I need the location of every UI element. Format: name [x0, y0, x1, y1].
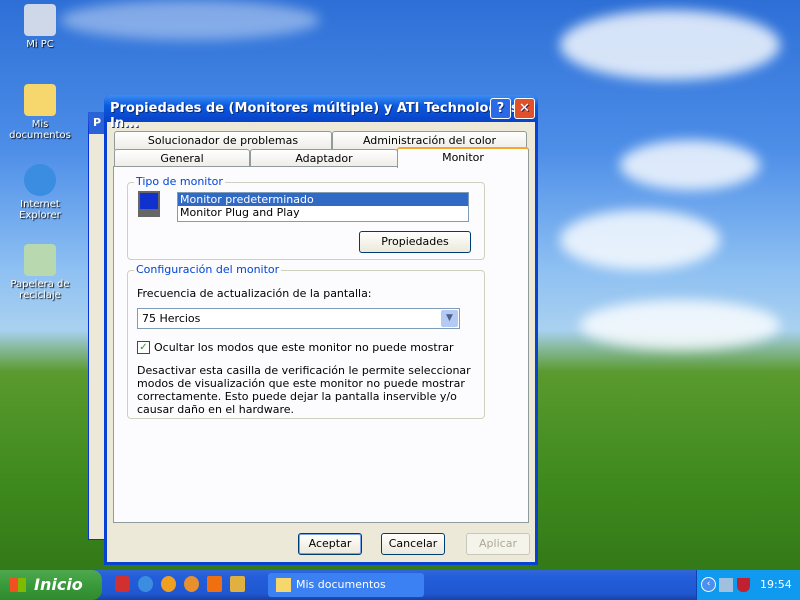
- folder-icon: [276, 578, 291, 592]
- close-button[interactable]: ✕: [514, 98, 535, 119]
- chevron-down-icon[interactable]: ▼: [441, 310, 458, 327]
- monitor-type-list[interactable]: Monitor predeterminado Monitor Plug and …: [177, 192, 469, 222]
- warning-text: Desactivar esta casilla de verificación …: [137, 364, 471, 416]
- tab-monitor[interactable]: Monitor: [397, 147, 529, 168]
- start-button[interactable]: Inicio: [0, 570, 102, 600]
- help-button[interactable]: ?: [490, 98, 511, 119]
- display-properties-dialog: Propiedades de (Monitores múltiple) y AT…: [104, 95, 538, 565]
- checkbox-checked-icon[interactable]: ✓: [137, 341, 150, 354]
- recycle-bin-icon: [24, 244, 56, 276]
- desktop-icon-ie[interactable]: Internet Explorer: [0, 164, 80, 221]
- ie-icon: [24, 164, 56, 196]
- computer-icon: [24, 4, 56, 36]
- app-icon[interactable]: [115, 576, 130, 592]
- monitor-icon: [138, 191, 160, 217]
- network-icon[interactable]: [719, 578, 733, 592]
- tab-troubleshooter[interactable]: Solucionador de problemas: [114, 131, 332, 150]
- monitor-type-group: Tipo de monitor Monitor predeterminado M…: [127, 175, 485, 260]
- hide-modes-checkbox[interactable]: ✓ Ocultar los modos que este monitor no …: [137, 341, 453, 354]
- list-item[interactable]: Monitor predeterminado: [178, 193, 468, 206]
- system-tray: ‹ 19:54: [696, 570, 800, 600]
- refresh-rate-select[interactable]: 75 Hercios ▼: [137, 308, 460, 329]
- office-icon[interactable]: [207, 576, 222, 592]
- properties-button[interactable]: Propiedades: [359, 231, 471, 253]
- ok-button[interactable]: Aceptar: [298, 533, 362, 555]
- list-item[interactable]: Monitor Plug and Play: [178, 206, 468, 219]
- chevron-left-icon[interactable]: ‹: [701, 577, 716, 592]
- taskbar-button-my-documents[interactable]: Mis documentos: [268, 573, 424, 597]
- shield-icon[interactable]: [737, 578, 750, 592]
- ie-icon[interactable]: [138, 576, 153, 592]
- quick-launch: [115, 576, 245, 592]
- dialog-title-bar[interactable]: Propiedades de (Monitores múltiple) y AT…: [104, 95, 538, 131]
- tool-icon[interactable]: [230, 576, 245, 592]
- desktop-icon-recycle-bin[interactable]: Papelera de reciclaje: [0, 244, 80, 301]
- apply-button: Aplicar: [466, 533, 530, 555]
- desktop-icon-my-computer[interactable]: Mi PC: [0, 4, 80, 50]
- folder-icon: [24, 84, 56, 116]
- windows-logo-icon: [10, 578, 26, 592]
- desktop-icon-my-documents[interactable]: Mis documentos: [0, 84, 80, 141]
- messenger-icon[interactable]: [184, 576, 199, 592]
- taskbar: Inicio Mis documentos ‹ 19:54: [0, 570, 800, 600]
- monitor-config-group: Configuración del monitor Frecuencia de …: [127, 263, 485, 419]
- refresh-rate-label: Frecuencia de actualización de la pantal…: [137, 287, 372, 300]
- monitor-tab-panel: Tipo de monitor Monitor predeterminado M…: [113, 166, 529, 523]
- clock[interactable]: 19:54: [760, 570, 792, 600]
- media-player-icon[interactable]: [161, 576, 176, 592]
- cancel-button[interactable]: Cancelar: [381, 533, 445, 555]
